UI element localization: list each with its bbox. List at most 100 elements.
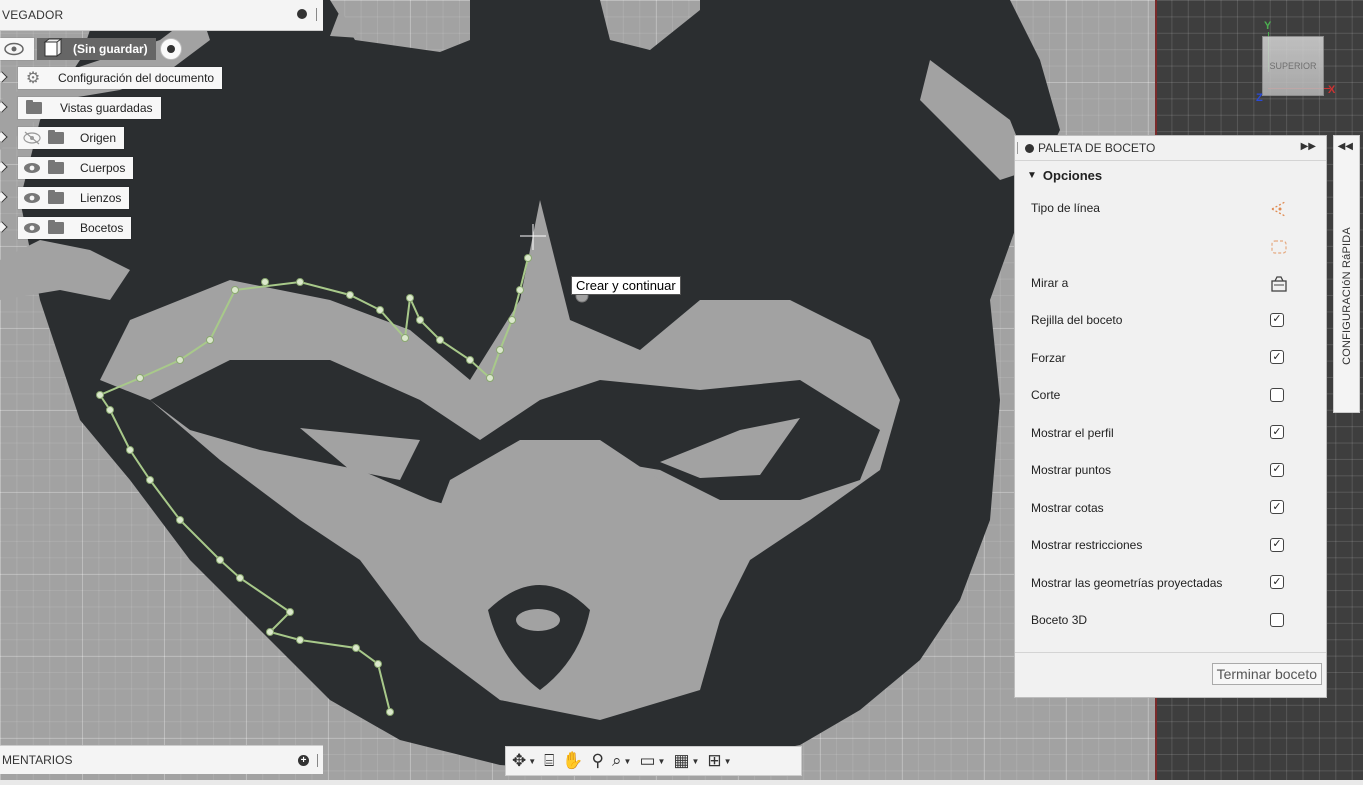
eye-hidden-icon[interactable] (22, 131, 42, 145)
chevron-down-icon: ▼ (528, 756, 537, 766)
browser-panel-header[interactable]: VEGADOR (0, 0, 323, 31)
browser-item-origin[interactable]: Origen (0, 127, 125, 149)
axis-x-label: X (1328, 84, 1336, 96)
add-comment-icon[interactable]: + (298, 755, 309, 766)
option-snap[interactable]: Forzar ✓ (1015, 339, 1326, 377)
viewports-button[interactable]: ⊞ ▼ (705, 749, 733, 773)
quick-config-label: CONFIGURACIóN RáPIDA (1340, 227, 1353, 365)
option-label: Tipo de línea (1031, 200, 1100, 215)
look-at-icon: ⌸ (544, 751, 555, 770)
option-show-constraints[interactable]: Mostrar restricciones ✓ (1015, 527, 1326, 565)
fit-button[interactable]: ⌕ ▼ (610, 749, 633, 773)
slice-checkbox[interactable] (1270, 387, 1284, 402)
option-label: Mostrar cotas (1031, 500, 1104, 515)
display-settings-icon: ▭ (639, 751, 656, 770)
snap-checkbox[interactable]: ✓ (1270, 350, 1284, 364)
slice-outline-icon[interactable] (1270, 238, 1288, 259)
browser-item-saved-views[interactable]: Vistas guardadas (0, 97, 161, 119)
bottom-strip (0, 780, 1363, 785)
option-slice-outline (1015, 227, 1326, 265)
3d-sketch-checkbox[interactable] (1270, 612, 1284, 627)
option-slice[interactable]: Corte (1015, 377, 1326, 415)
folder-icon (48, 190, 64, 204)
root-component[interactable]: (Sin guardar) (37, 38, 156, 60)
eye-icon[interactable] (22, 221, 42, 235)
orbit-icon: ✥ (512, 751, 527, 770)
collapse-icon[interactable] (1025, 143, 1034, 153)
sketch-grid-checkbox[interactable]: ✓ (1270, 312, 1284, 327)
gear-icon: ⚙ (25, 70, 41, 87)
pan-button[interactable]: ✋ (560, 749, 585, 773)
grid-settings-button[interactable]: ▦ ▼ (671, 749, 701, 773)
option-sketch-grid[interactable]: Rejilla del boceto ✓ (1015, 302, 1326, 340)
browser-item-chip[interactable]: Origen (18, 127, 125, 149)
zoom-button[interactable]: ⚲ (590, 749, 606, 773)
browser-item-sketches[interactable]: Bocetos (0, 217, 132, 239)
fit-icon: ⌕ (612, 751, 622, 770)
component-icon (43, 38, 63, 57)
view-cube-face[interactable]: SUPERIOR (1269, 61, 1316, 71)
chevron-right-icon[interactable] (0, 97, 8, 119)
look-at-button[interactable]: ⌸ (542, 749, 556, 773)
pin-icon[interactable] (297, 9, 307, 19)
eye-icon[interactable] (22, 161, 42, 175)
option-label: Mostrar el perfil (1031, 425, 1114, 440)
browser-item-chip[interactable]: Bocetos (18, 217, 132, 239)
show-projected-geometries-checkbox[interactable]: ✓ (1270, 575, 1284, 589)
option-label: Mostrar las geometrías proyectadas (1031, 575, 1223, 590)
display-settings-button[interactable]: ▭ ▼ (637, 749, 667, 773)
option-3d-sketch[interactable]: Boceto 3D (1015, 602, 1326, 640)
look-at-icon[interactable] (1270, 275, 1288, 296)
orbit-button[interactable]: ✥ ▼ (510, 749, 538, 773)
activate-component-icon[interactable] (159, 38, 182, 60)
quick-config-tab[interactable]: ◀◀ CONFIGURACIóN RáPIDA (1333, 135, 1360, 413)
option-show-projected-geometries[interactable]: Mostrar las geometrías proyectadas ✓ (1015, 564, 1326, 602)
show-dimensions-checkbox[interactable]: ✓ (1270, 500, 1284, 514)
browser-title: VEGADOR (2, 8, 64, 22)
drag-handle[interactable] (1017, 142, 1018, 154)
browser-root-item[interactable]: (Sin guardar) (0, 37, 182, 61)
chevron-down-icon: ▼ (691, 756, 700, 766)
comments-title: MENTARIOS (2, 753, 73, 767)
chevron-down-icon: ▼ (723, 756, 732, 766)
root-eye-chip[interactable] (0, 38, 34, 60)
rewind-icon[interactable]: ◀◀ (1338, 141, 1353, 152)
eye-icon[interactable] (4, 42, 24, 56)
browser-item-chip[interactable]: Vistas guardadas (18, 97, 161, 119)
browser-item-label: Vistas guardadas (60, 101, 153, 115)
option-label: Forzar (1031, 350, 1066, 365)
browser-item-bodies[interactable]: Cuerpos (0, 157, 134, 179)
options-section-header[interactable]: ▼ Opciones (1015, 161, 1326, 189)
show-points-checkbox[interactable]: ✓ (1270, 462, 1284, 477)
eye-icon[interactable] (22, 191, 42, 205)
browser-item-chip[interactable]: ⚙ Configuración del documento (18, 67, 223, 89)
option-show-dimensions[interactable]: Mostrar cotas ✓ (1015, 489, 1326, 527)
chevron-right-icon[interactable] (0, 67, 8, 89)
browser-item-chip[interactable]: Lienzos (18, 187, 130, 209)
chevron-right-icon[interactable] (0, 217, 8, 239)
fast-forward-icon[interactable]: ▶▶ (1301, 141, 1316, 152)
chevron-right-icon[interactable] (0, 157, 8, 179)
view-cube[interactable]: SUPERIOR (1262, 36, 1324, 96)
browser-item-chip[interactable]: Cuerpos (18, 157, 134, 179)
chevron-right-icon[interactable] (0, 127, 8, 149)
comments-panel-header[interactable]: MENTARIOS + (0, 745, 323, 774)
option-look-at: Mirar a (1015, 264, 1326, 302)
option-label: Corte (1031, 388, 1061, 403)
navigation-toolbar: ✥ ▼ ⌸ ✋ ⚲ ⌕ ▼ ▭ ▼ ▦ ▼ ⊞ ▼ (505, 746, 802, 776)
linetype-icon[interactable] (1270, 200, 1288, 221)
root-label: (Sin guardar) (73, 42, 148, 56)
option-show-points[interactable]: Mostrar puntos ✓ (1015, 452, 1326, 490)
show-profile-checkbox[interactable]: ✓ (1270, 425, 1284, 439)
pan-icon: ✋ (562, 751, 584, 770)
option-show-profile[interactable]: Mostrar el perfil ✓ (1015, 414, 1326, 452)
panel-resize-handle[interactable] (316, 8, 317, 21)
finish-sketch-button[interactable]: Terminar boceto (1211, 663, 1322, 685)
chevron-right-icon[interactable] (0, 187, 8, 209)
browser-item-document-settings[interactable]: ⚙ Configuración del documento (0, 67, 223, 89)
option-line-type: Tipo de línea (1015, 189, 1326, 227)
show-constraints-checkbox[interactable]: ✓ (1270, 537, 1284, 552)
palette-header[interactable]: PALETA DE BOCETO ▶▶ (1015, 136, 1326, 161)
panel-resize-handle[interactable] (317, 754, 318, 767)
browser-item-canvases[interactable]: Lienzos (0, 187, 130, 209)
